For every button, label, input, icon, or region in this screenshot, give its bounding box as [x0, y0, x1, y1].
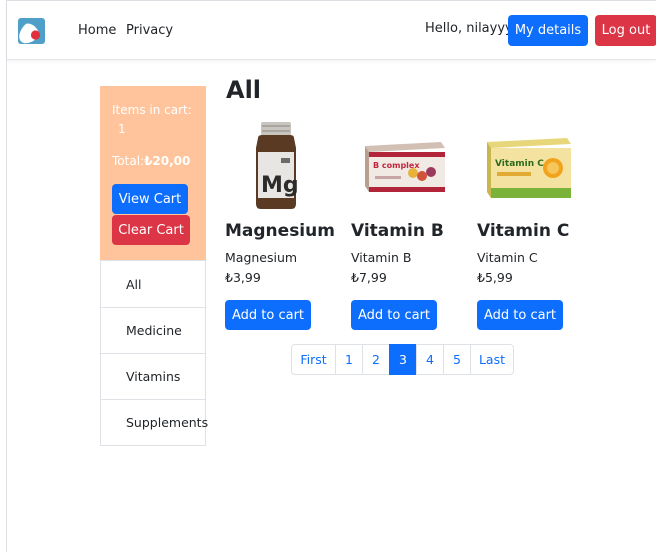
cart-total-label: Total: [112, 154, 145, 168]
brand-logo[interactable] [18, 18, 45, 44]
page-title: All [226, 76, 262, 104]
product-price: ₺7,99 [351, 270, 387, 285]
product-price: ₺5,99 [477, 270, 513, 285]
product-description: Vitamin B [351, 250, 412, 265]
category-item-medicine[interactable]: Medicine [101, 307, 205, 353]
product-name: Vitamin C [477, 221, 570, 241]
cart-items-count: 1 [118, 122, 126, 136]
product-name: Magnesium [225, 221, 335, 241]
nav-privacy-link[interactable]: Privacy [126, 23, 173, 38]
pagination-page-1[interactable]: 1 [335, 344, 363, 375]
vitamin-b-box-image: B complex [365, 142, 445, 192]
add-to-cart-button-vitamin-c[interactable]: Add to cart [477, 300, 563, 330]
clear-cart-button[interactable]: Clear Cart [112, 215, 190, 245]
pagination-last[interactable]: Last [470, 344, 514, 375]
category-list: All Medicine Vitamins Supplements [100, 260, 208, 446]
product-description: Vitamin C [477, 250, 538, 265]
user-greeting: Hello, nilayyy [425, 21, 513, 36]
view-cart-button[interactable]: View Cart [112, 184, 188, 214]
pagination-page-3[interactable]: 3 [389, 344, 417, 375]
product-price: ₺3,99 [225, 270, 261, 285]
magnesium-bottle-image: Mg [256, 122, 299, 209]
cart-items-label: Items in cart: [112, 103, 192, 117]
pagination-page-2[interactable]: 2 [362, 344, 390, 375]
add-to-cart-button-magnesium[interactable]: Add to cart [225, 300, 311, 330]
my-details-button[interactable]: My details [508, 15, 588, 46]
pill-icon [19, 23, 41, 44]
product-description: Magnesium [225, 250, 298, 265]
nav-home-link[interactable]: Home [78, 23, 116, 38]
vitamin-c-label-text: Vitamin C [495, 159, 544, 169]
pagination-page-5[interactable]: 5 [443, 344, 471, 375]
cart-total-value: ₺20,00 [144, 154, 191, 168]
cart-total: Total:₺20,00 [112, 154, 190, 168]
product-name: Vitamin B [351, 221, 444, 241]
pagination-page-4[interactable]: 4 [416, 344, 444, 375]
pagination-first[interactable]: First [291, 344, 336, 375]
category-item-supplements[interactable]: Supplements [101, 399, 208, 445]
vitamin-c-box-image: Vitamin C [487, 138, 571, 198]
category-item-vitamins[interactable]: Vitamins [101, 353, 205, 399]
logout-button[interactable]: Log out [595, 15, 656, 46]
category-item-all[interactable]: All [101, 261, 205, 307]
cart-summary: Items in cart: 1 Total:₺20,00 View Cart … [100, 86, 206, 260]
pagination: First 1 2 3 4 5 Last [291, 344, 514, 375]
top-navbar: Home Privacy Hello, nilayyy My details L… [7, 1, 656, 60]
magnesium-label-text: Mg [261, 173, 299, 198]
add-to-cart-button-vitamin-b[interactable]: Add to cart [351, 300, 437, 330]
window-left-border [6, 0, 7, 552]
